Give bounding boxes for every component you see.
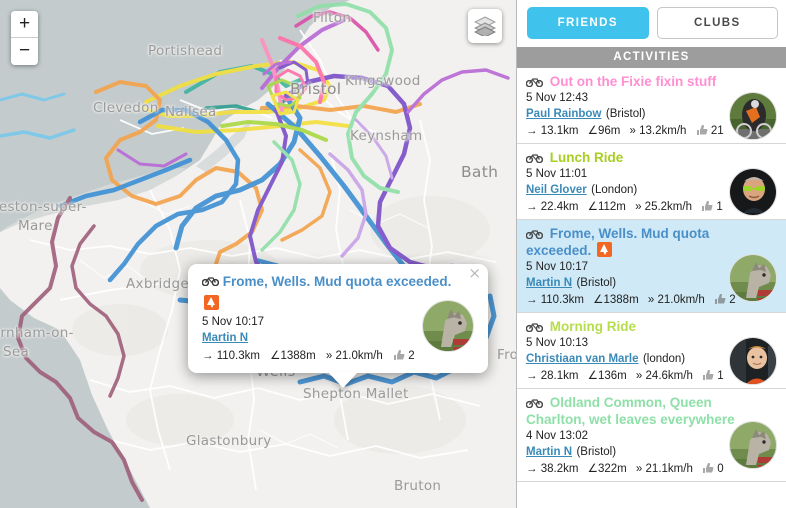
bicycle-icon bbox=[525, 154, 544, 164]
cyclist-photo bbox=[730, 93, 776, 139]
activity-kudos: 0 bbox=[702, 462, 724, 475]
popup-kudos: 2 bbox=[393, 349, 415, 362]
activities-list[interactable]: Out on the Fixie fixin stuff 5 Nov 12:43… bbox=[517, 68, 786, 508]
zoom-in-button[interactable]: + bbox=[11, 11, 38, 38]
popup-title: Frome, Wells. Mud quota exceeded. bbox=[201, 274, 476, 291]
activity-item[interactable]: Oldland Common, Queen Charlton, wet leav… bbox=[517, 389, 786, 482]
activity-distance: → 28.1km bbox=[526, 370, 579, 382]
strava-badge-icon[interactable] bbox=[204, 294, 219, 310]
bicycle-icon bbox=[525, 399, 544, 409]
bicycle-icon bbox=[525, 323, 544, 333]
activity-speed: » 24.6km/h bbox=[635, 370, 693, 382]
popup-elevation: ∠1388m bbox=[270, 349, 316, 362]
activities-section-header: ACTIVITIES bbox=[517, 47, 786, 68]
activity-user-link[interactable]: Christiaan van Marle bbox=[526, 353, 638, 365]
horse-photo bbox=[730, 422, 776, 468]
zoom-out-button[interactable]: − bbox=[11, 38, 38, 65]
activity-distance: → 38.2km bbox=[526, 463, 579, 475]
activity-speed: » 25.2km/h bbox=[635, 201, 692, 213]
layers-control-button[interactable] bbox=[468, 9, 502, 43]
thumbs-up-icon bbox=[703, 463, 714, 473]
activity-distance: → 110.3km bbox=[526, 294, 584, 306]
popup-close-icon[interactable]: × bbox=[468, 266, 481, 281]
activity-kudos: 1 bbox=[701, 200, 723, 213]
horse-photo bbox=[730, 255, 776, 301]
popup-distance: → 110.3km bbox=[202, 349, 260, 362]
thumbs-up-icon bbox=[696, 125, 708, 135]
activity-elevation: ∠136m bbox=[587, 370, 627, 382]
activity-avatar bbox=[729, 92, 777, 140]
activity-title-text: Morning Ride bbox=[549, 319, 637, 334]
activity-title: Oldland Common, Queen Charlton, wet leav… bbox=[525, 394, 776, 428]
activity-user-link[interactable]: Martin N bbox=[526, 446, 572, 458]
tab-friends[interactable]: FRIENDS bbox=[527, 7, 649, 39]
layers-icon bbox=[474, 16, 496, 36]
zoom-control[interactable]: + − bbox=[11, 11, 38, 65]
boy-car-photo bbox=[730, 338, 776, 384]
activity-distance: → 13.1km bbox=[526, 125, 579, 137]
tab-bar: FRIENDS CLUBS bbox=[517, 0, 786, 47]
activity-elevation: ∠1388m bbox=[593, 294, 639, 306]
activity-city: (Bristol) bbox=[576, 446, 617, 458]
activity-city: (london) bbox=[642, 353, 686, 365]
activity-title-text: Lunch Ride bbox=[549, 150, 624, 165]
activity-title-text: Frome, Wells. Mud quota exceeded. bbox=[526, 226, 710, 258]
activity-elevation: ∠96m bbox=[587, 125, 621, 137]
map-tiles bbox=[0, 0, 516, 508]
activity-speed: » 13.2km/h bbox=[629, 125, 687, 137]
activity-avatar bbox=[729, 337, 777, 385]
horse-photo bbox=[423, 300, 473, 351]
bicycle-icon bbox=[201, 277, 220, 287]
popup-pointer bbox=[328, 371, 358, 388]
tab-clubs[interactable]: CLUBS bbox=[656, 7, 778, 39]
activity-avatar bbox=[729, 254, 777, 302]
popup-stats: → 110.3km ∠1388m » 21.0km/h 2 bbox=[202, 348, 476, 362]
thumbs-up-icon bbox=[703, 370, 714, 380]
activity-elevation: ∠322m bbox=[587, 463, 627, 475]
thumbs-up-icon bbox=[393, 349, 405, 360]
activity-title: Out on the Fixie fixin stuff bbox=[525, 73, 776, 90]
popup-user-link[interactable]: Martin N bbox=[202, 332, 248, 344]
activity-title-text: Oldland Common, Queen Charlton, wet leav… bbox=[526, 395, 735, 427]
activity-title: Frome, Wells. Mud quota exceeded. bbox=[525, 225, 776, 259]
activity-kudos: 1 bbox=[702, 369, 724, 382]
strava-map-app: Portishead Clevedon Nailsea Filton Brist… bbox=[0, 0, 786, 508]
activity-popup[interactable]: × Frome, Wells. Mud quota exceeded. 5 No… bbox=[188, 264, 488, 388]
activity-city: (Bristol) bbox=[605, 108, 646, 120]
thumbs-up-icon bbox=[714, 294, 726, 304]
popup-avatar bbox=[422, 299, 474, 352]
activity-kudos: 21 bbox=[696, 124, 724, 137]
activity-speed: » 21.0km/h bbox=[647, 294, 705, 306]
activity-distance: → 22.4km bbox=[526, 201, 579, 213]
strava-badge-icon[interactable] bbox=[597, 242, 613, 257]
activity-city: (Bristol) bbox=[576, 277, 617, 289]
activity-item[interactable]: Out on the Fixie fixin stuff 5 Nov 12:43… bbox=[517, 68, 786, 144]
activity-item-selected[interactable]: Frome, Wells. Mud quota exceeded. 5 Nov … bbox=[517, 220, 786, 313]
sidebar: FRIENDS CLUBS ACTIVITIES Out on the Fixi… bbox=[516, 0, 786, 508]
map-canvas[interactable]: Portishead Clevedon Nailsea Filton Brist… bbox=[0, 0, 516, 508]
activity-kudos: 2 bbox=[714, 293, 736, 306]
activity-speed: » 21.1km/h bbox=[635, 463, 693, 475]
popup-title-text: Frome, Wells. Mud quota exceeded. bbox=[222, 274, 452, 289]
popup-speed: » 21.0km/h bbox=[325, 349, 383, 362]
thumbs-up-icon bbox=[702, 201, 713, 211]
activity-title: Lunch Ride bbox=[525, 149, 776, 166]
man-glasses-photo bbox=[730, 169, 776, 215]
activity-title: Morning Ride bbox=[525, 318, 776, 335]
activity-elevation: ∠112m bbox=[587, 201, 626, 213]
activity-title-text: Out on the Fixie fixin stuff bbox=[549, 74, 717, 89]
activity-user-link[interactable]: Paul Rainbow bbox=[526, 108, 601, 120]
activity-user-link[interactable]: Martin N bbox=[526, 277, 572, 289]
activity-user-link[interactable]: Neil Glover bbox=[526, 184, 587, 196]
activity-city: (London) bbox=[591, 184, 638, 196]
activity-avatar bbox=[729, 168, 777, 216]
activity-avatar bbox=[729, 421, 777, 469]
activity-item[interactable]: Lunch Ride 5 Nov 11:01 Neil Glover (Lond… bbox=[517, 144, 786, 220]
activity-item[interactable]: Morning Ride 5 Nov 10:13 Christiaan van … bbox=[517, 313, 786, 389]
bicycle-icon bbox=[525, 78, 544, 88]
bicycle-icon bbox=[525, 230, 544, 240]
